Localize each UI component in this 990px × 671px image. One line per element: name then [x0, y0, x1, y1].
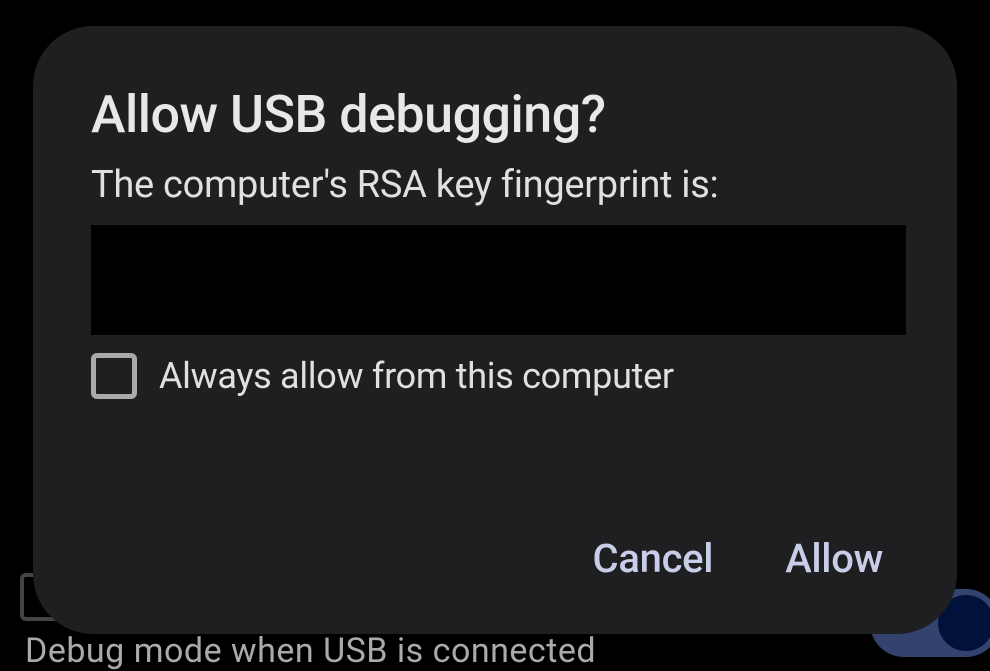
always-allow-checkbox[interactable]	[91, 353, 137, 399]
cancel-button[interactable]: Cancel	[593, 535, 714, 582]
dialog-message: The computer's RSA key fingerprint is:	[91, 163, 899, 207]
usb-debugging-description: Debug mode when USB is connected	[25, 631, 596, 671]
rsa-fingerprint-redacted	[91, 225, 906, 335]
always-allow-label: Always allow from this computer	[159, 355, 674, 397]
always-allow-checkbox-row[interactable]: Always allow from this computer	[91, 353, 899, 399]
usb-debugging-dialog: Allow USB debugging? The computer's RSA …	[33, 26, 957, 634]
dialog-button-row: Cancel Allow	[91, 535, 899, 594]
dialog-title: Allow USB debugging?	[91, 84, 899, 145]
allow-button[interactable]: Allow	[785, 535, 883, 582]
